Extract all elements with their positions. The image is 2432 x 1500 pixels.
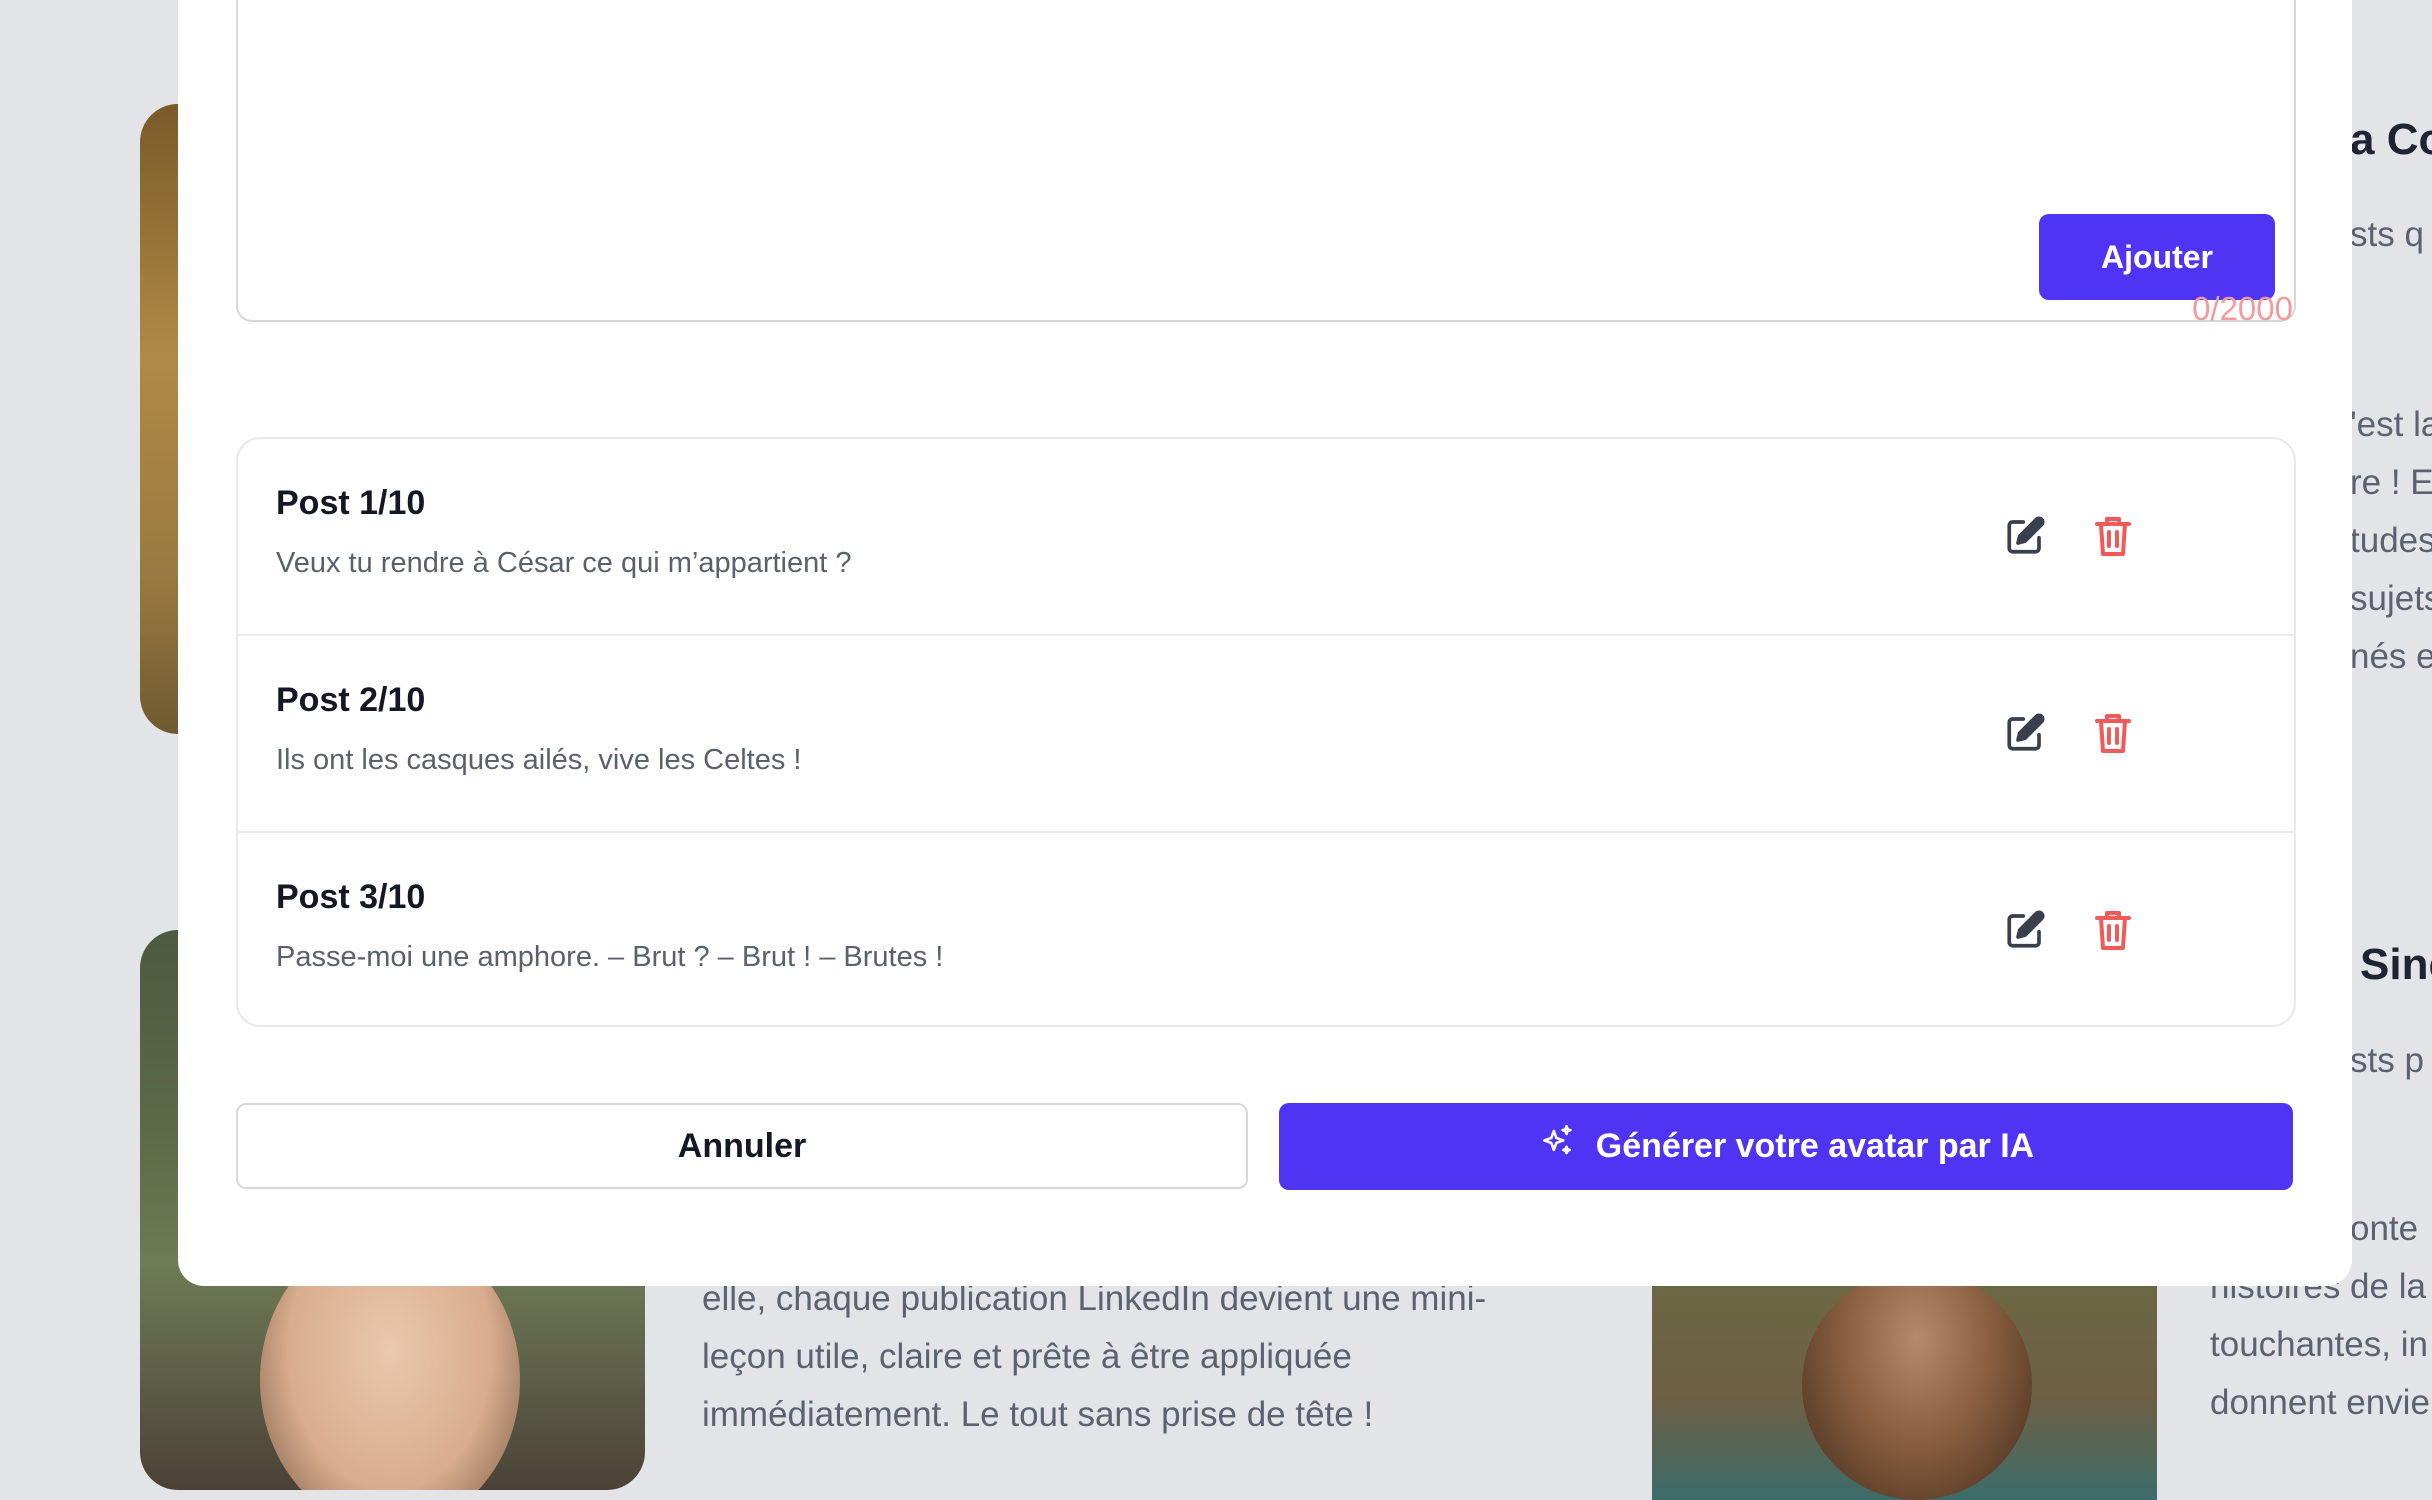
post-textarea[interactable]: [236, 0, 2296, 322]
post-title: Post 1/10: [276, 484, 426, 522]
edit-icon[interactable]: [2000, 708, 2050, 758]
add-post-button[interactable]: Ajouter: [2039, 214, 2275, 300]
trash-icon[interactable]: [2088, 708, 2138, 758]
trash-icon[interactable]: [2088, 511, 2138, 561]
edit-icon[interactable]: [2000, 511, 2050, 561]
edit-icon[interactable]: [2000, 905, 2050, 955]
cancel-button[interactable]: Annuler: [236, 1103, 1248, 1189]
card-text-line: sujets: [2350, 579, 2432, 618]
card-title: Sinc: [2360, 940, 2432, 989]
generate-avatar-label: Générer votre avatar par IA: [1595, 1127, 2035, 1165]
card-title: a Co: [2350, 115, 2432, 164]
avatar-description: elle, chaque publication LinkedIn devien…: [702, 1270, 1486, 1444]
post-title: Post 2/10: [276, 681, 426, 719]
post-text: Veux tu rendre à César ce qui m’appartie…: [276, 547, 852, 579]
sparkles-icon: [1538, 1123, 1576, 1170]
card-subtitle: sts q: [2350, 215, 2424, 254]
card-text-line: 'est la: [2350, 405, 2432, 444]
post-text: Passe-moi une amphore. – Brut ? – Brut !…: [276, 941, 944, 973]
list-item: Post 2/10 Ils ont les casques ailés, viv…: [238, 636, 2294, 833]
avatar-posts-modal: Ajouter 0/2000 Post 1/10 Veux tu rendre …: [178, 0, 2352, 1286]
card-text-line: touchantes, in: [2210, 1325, 2428, 1364]
character-counter: 0/2000: [2192, 290, 2293, 327]
card-text-line: re ! E: [2350, 463, 2432, 502]
card-text-line: nés et: [2350, 637, 2432, 676]
card-text-line: donnent envie: [2210, 1383, 2430, 1422]
description-line: immédiatement. Le tout sans prise de têt…: [702, 1395, 1374, 1434]
description-line: leçon utile, claire et prête à être appl…: [702, 1337, 1352, 1376]
list-item: Post 1/10 Veux tu rendre à César ce qui …: [238, 439, 2294, 636]
post-title: Post 3/10: [276, 878, 426, 916]
card-subtitle: sts p: [2350, 1041, 2424, 1080]
posts-list: Post 1/10 Veux tu rendre à César ce qui …: [236, 437, 2296, 1027]
list-item: Post 3/10 Passe-moi une amphore. – Brut …: [238, 833, 2294, 1025]
card-text-line: tudes: [2350, 521, 2432, 560]
post-text: Ils ont les casques ailés, vive les Celt…: [276, 744, 802, 776]
avatar-face: [1802, 1270, 2032, 1500]
avatar-photo-3: [1652, 1250, 2157, 1500]
card-text-line: onte: [2350, 1209, 2419, 1248]
generate-avatar-button[interactable]: Générer votre avatar par IA: [1279, 1103, 2293, 1190]
trash-icon[interactable]: [2088, 905, 2138, 955]
